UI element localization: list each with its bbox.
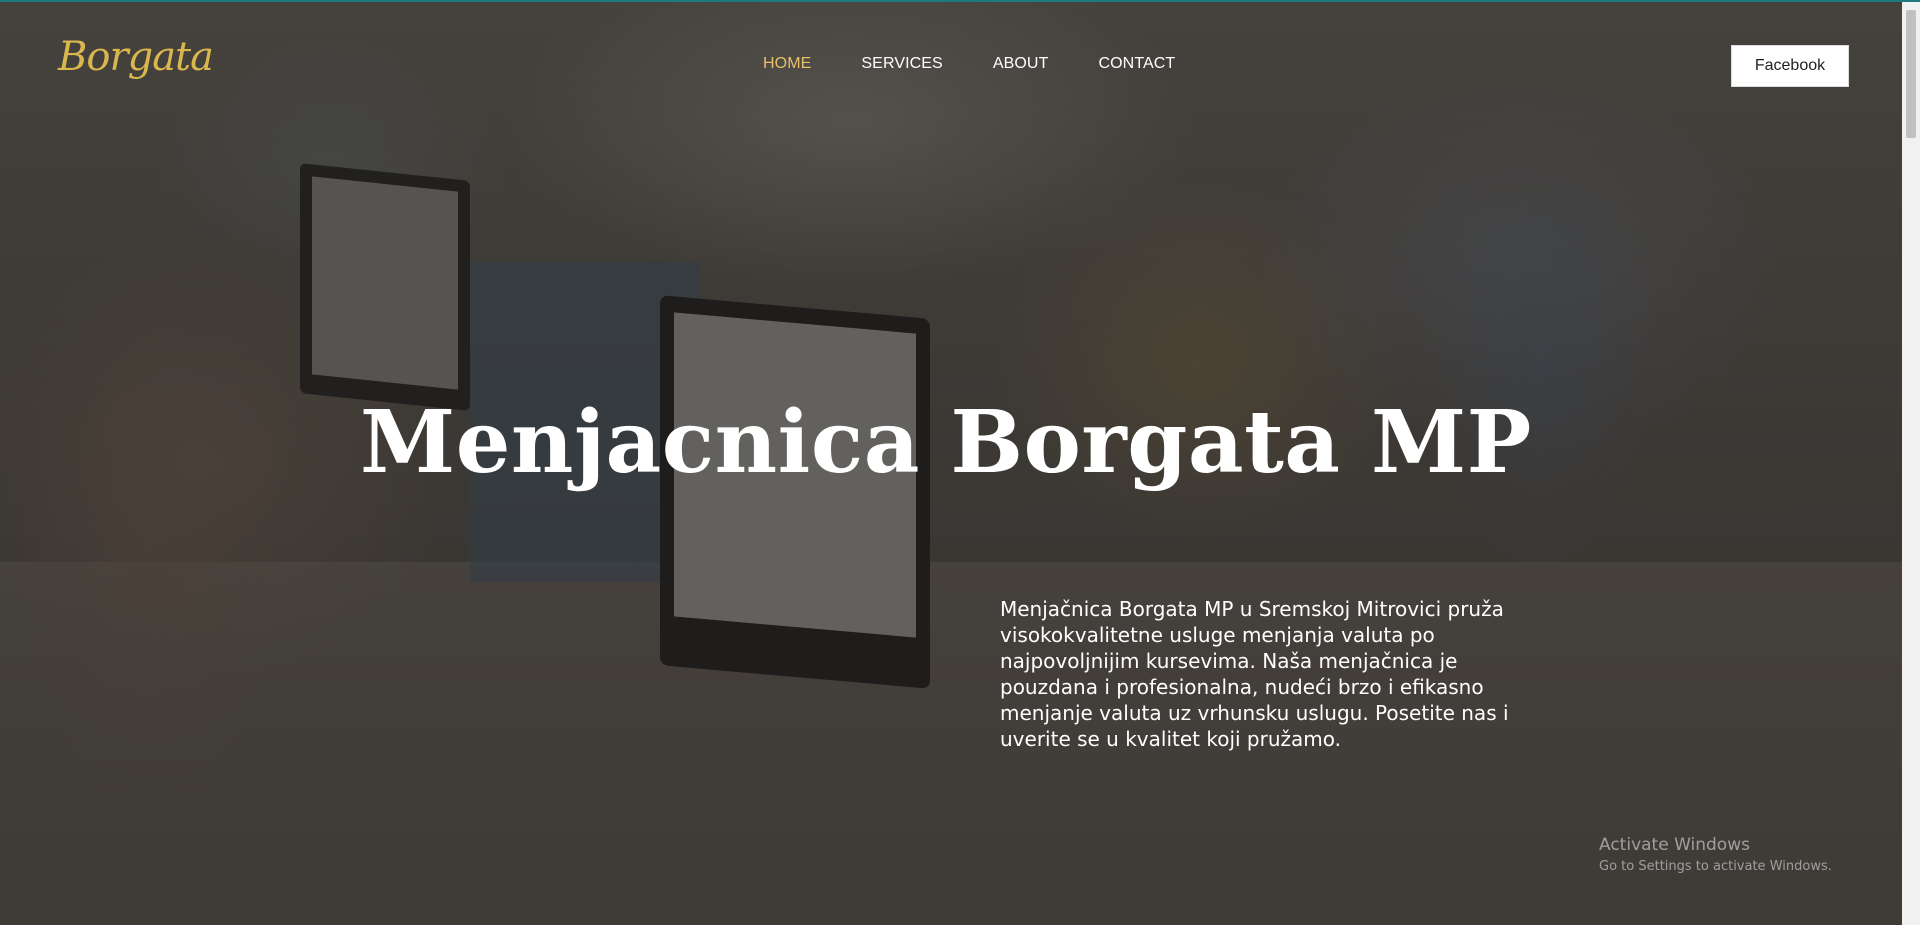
activate-windows-subtitle: Go to Settings to activate Windows. [1599,859,1832,874]
hero-title: Menjacnica Borgata MP [360,392,1532,493]
site-logo[interactable]: Borgata [58,34,214,80]
nav-about[interactable]: ABOUT [993,55,1049,73]
nav-services[interactable]: SERVICES [861,55,942,73]
scrollbar-thumb[interactable] [1906,10,1916,138]
activate-windows-title: Activate Windows [1599,835,1750,855]
nav-contact[interactable]: CONTACT [1098,55,1175,73]
main-nav: HOME SERVICES ABOUT CONTACT [763,55,1225,73]
hero-description: Menjačnica Borgata MP u Sremskoj Mitrovi… [1000,597,1509,751]
facebook-button[interactable]: Facebook [1731,45,1849,87]
hero-background: Borgata HOME SERVICES ABOUT CONTACT Face… [0,2,1902,925]
nav-home[interactable]: HOME [763,55,811,73]
page-scrollbar[interactable] [1902,2,1920,925]
